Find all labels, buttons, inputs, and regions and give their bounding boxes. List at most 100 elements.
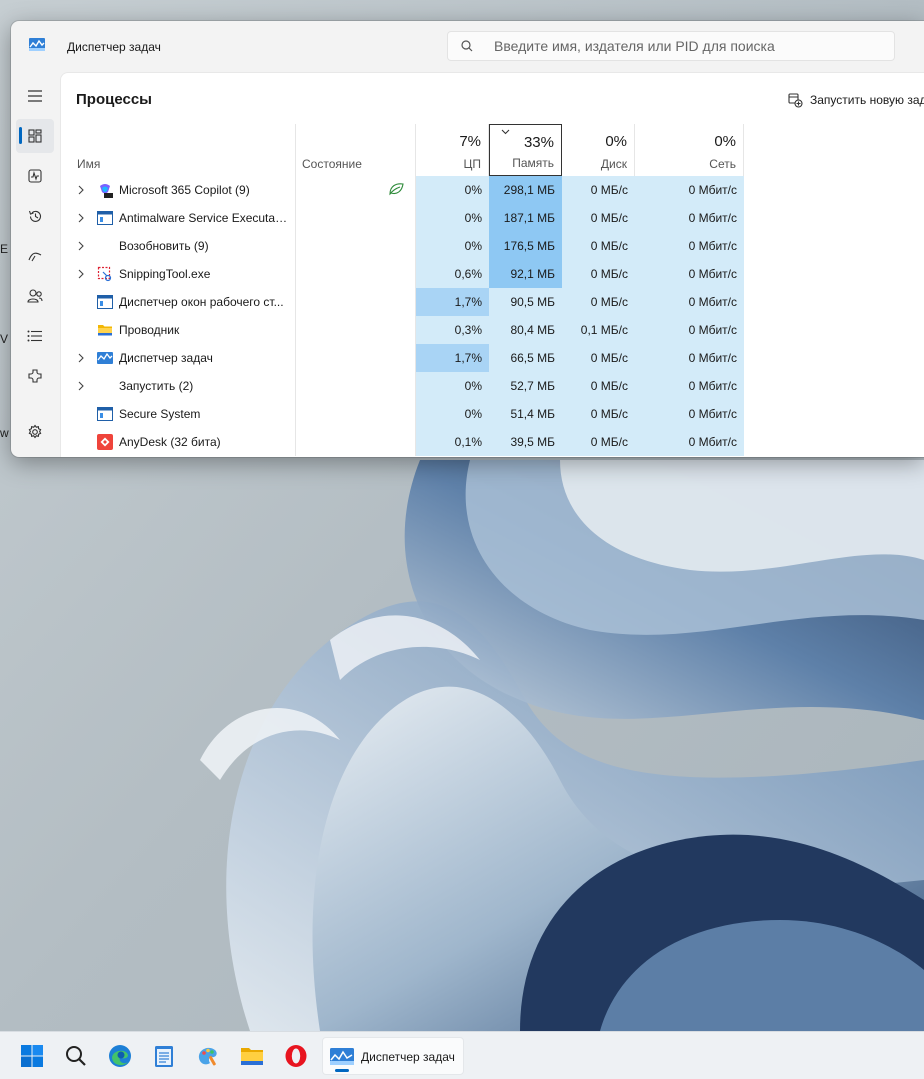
cpu-value: 0% [416,176,489,204]
system-app-icon [97,211,113,225]
active-nav-indicator [19,127,22,144]
process-row[interactable]: Antimalware Service Executable 0% 187,1 … [61,204,924,232]
column-header-network[interactable]: 0% Сеть [635,124,744,176]
hamburger-menu-button[interactable] [16,79,54,113]
column-divider [415,176,416,456]
memory-value: 66,5 МБ [489,344,562,372]
process-row[interactable]: Диспетчер задач 1,7% 66,5 МБ 0 МБ/с 0 Мб… [61,344,924,372]
column-header-memory[interactable]: 33% Память [489,124,562,176]
process-row[interactable]: Диспетчер окон рабочего ст... 1,7% 90,5 … [61,288,924,316]
network-value: 0 Мбит/с [635,288,744,316]
performance-icon [28,169,42,183]
process-name: AnyDesk (32 бита) [119,435,221,449]
page-title: Процессы [76,91,152,108]
desktop-icon-label-fragment: w [0,426,9,440]
disk-value: 0 МБ/с [562,372,635,400]
process-row[interactable]: SnippingTool.exe 0,6% 92,1 МБ 0 МБ/с 0 М… [61,260,924,288]
process-row[interactable]: Запустить (2) 0% 52,7 МБ 0 МБ/с 0 Мбит/с [61,372,924,400]
paint-icon [198,1047,217,1066]
windows-start-icon [21,1045,43,1067]
details-icon [27,330,42,342]
run-new-task-button[interactable]: Запустить новую зад [788,89,924,111]
column-label-cpu: ЦП [463,157,481,171]
column-label-status: Состояние [302,157,362,171]
taskbar-opera-button[interactable] [278,1038,314,1074]
taskbar-search-button[interactable] [58,1038,94,1074]
network-value: 0 Мбит/с [635,232,744,260]
network-value: 0 Мбит/с [635,400,744,428]
task-manager-window: Диспетчер задач Введите имя, издателя ил… [11,21,924,457]
expand-chevron-icon[interactable] [78,185,84,195]
processes-icon [28,129,42,143]
disk-value: 0 МБ/с [562,232,635,260]
app-history-icon [28,210,41,222]
process-row[interactable]: Microsoft 365 Copilot (9) 0% 298,1 МБ 0 … [61,176,924,204]
process-name: Secure System [119,407,201,421]
process-row[interactable]: Secure System 0% 51,4 МБ 0 МБ/с 0 Мбит/с [61,400,924,428]
start-button[interactable] [14,1038,50,1074]
memory-value: 52,7 МБ [489,372,562,400]
nav-details[interactable] [16,319,54,353]
process-name: Microsoft 365 Copilot (9) [119,183,250,197]
sort-descending-chevron-icon [501,129,510,135]
memory-value: 298,1 МБ [489,176,562,204]
memory-value: 80,4 МБ [489,316,562,344]
disk-total-percent: 0% [605,133,627,150]
nav-app-history[interactable] [16,199,54,233]
process-name: SnippingTool.exe [119,267,211,281]
network-total-percent: 0% [714,133,736,150]
taskbar-notepad-button[interactable] [146,1038,182,1074]
disk-value: 0 МБ/с [562,400,635,428]
column-header-cpu[interactable]: 7% ЦП [416,124,489,176]
process-row[interactable]: Возобновить (9) 0% 176,5 МБ 0 МБ/с 0 Мби… [61,232,924,260]
expand-chevron-icon[interactable] [78,213,84,223]
title-bar[interactable]: Диспетчер задач [11,21,924,71]
taskbar-edge-button[interactable] [102,1038,138,1074]
nav-settings[interactable] [16,415,54,449]
hamburger-menu-icon [28,90,42,102]
expand-chevron-icon[interactable] [78,241,84,251]
copilot-icon [100,184,113,198]
process-name: Проводник [119,323,180,337]
column-header-status[interactable]: Состояние [296,124,416,176]
cpu-value: 0% [416,400,489,428]
column-header-disk[interactable]: 0% Диск [562,124,635,176]
cpu-value: 0,6% [416,260,489,288]
expand-chevron-icon[interactable] [78,269,84,279]
taskbar-paint-button[interactable] [190,1038,226,1074]
column-header-name[interactable]: Имя [61,124,296,176]
cpu-value: 0% [416,204,489,232]
run-new-task-label: Запустить новую зад [810,93,924,107]
taskbar-task-manager-button[interactable]: Диспетчер задач [322,1037,464,1075]
disk-value: 0,1 МБ/с [562,316,635,344]
memory-total-percent: 33% [523,134,554,151]
expand-chevron-icon[interactable] [78,381,84,391]
processes-panel: Процессы Запустить новую зад Имя Состоян… [60,72,924,457]
anydesk-icon [97,434,113,450]
disk-value: 0 МБ/с [562,344,635,372]
process-row[interactable]: AnyDesk (32 бита) 0,1% 39,5 МБ 0 МБ/с 0 … [61,428,924,456]
memory-value: 51,4 МБ [489,400,562,428]
memory-value: 90,5 МБ [489,288,562,316]
column-divider [295,176,296,456]
process-row[interactable]: Проводник 0,3% 80,4 МБ 0,1 МБ/с 0 Мбит/с [61,316,924,344]
task-manager-app-icon [29,38,45,51]
folder-icon [98,325,112,336]
search-icon [461,40,473,52]
expand-chevron-icon[interactable] [78,353,84,363]
cpu-value: 0,3% [416,316,489,344]
run-new-task-icon [788,92,803,108]
nav-services[interactable] [16,359,54,393]
taskbar-explorer-button[interactable] [234,1038,270,1074]
cpu-value: 0% [416,372,489,400]
search-input[interactable] [494,32,884,60]
nav-processes[interactable] [16,119,54,153]
nav-performance[interactable] [16,159,54,193]
search-box[interactable] [447,31,895,61]
disk-value: 0 МБ/с [562,204,635,232]
nav-startup-apps[interactable] [16,239,54,273]
services-icon [28,369,42,383]
disk-value: 0 МБ/с [562,260,635,288]
taskbar: Диспетчер задач [0,1031,924,1079]
nav-users[interactable] [16,279,54,313]
